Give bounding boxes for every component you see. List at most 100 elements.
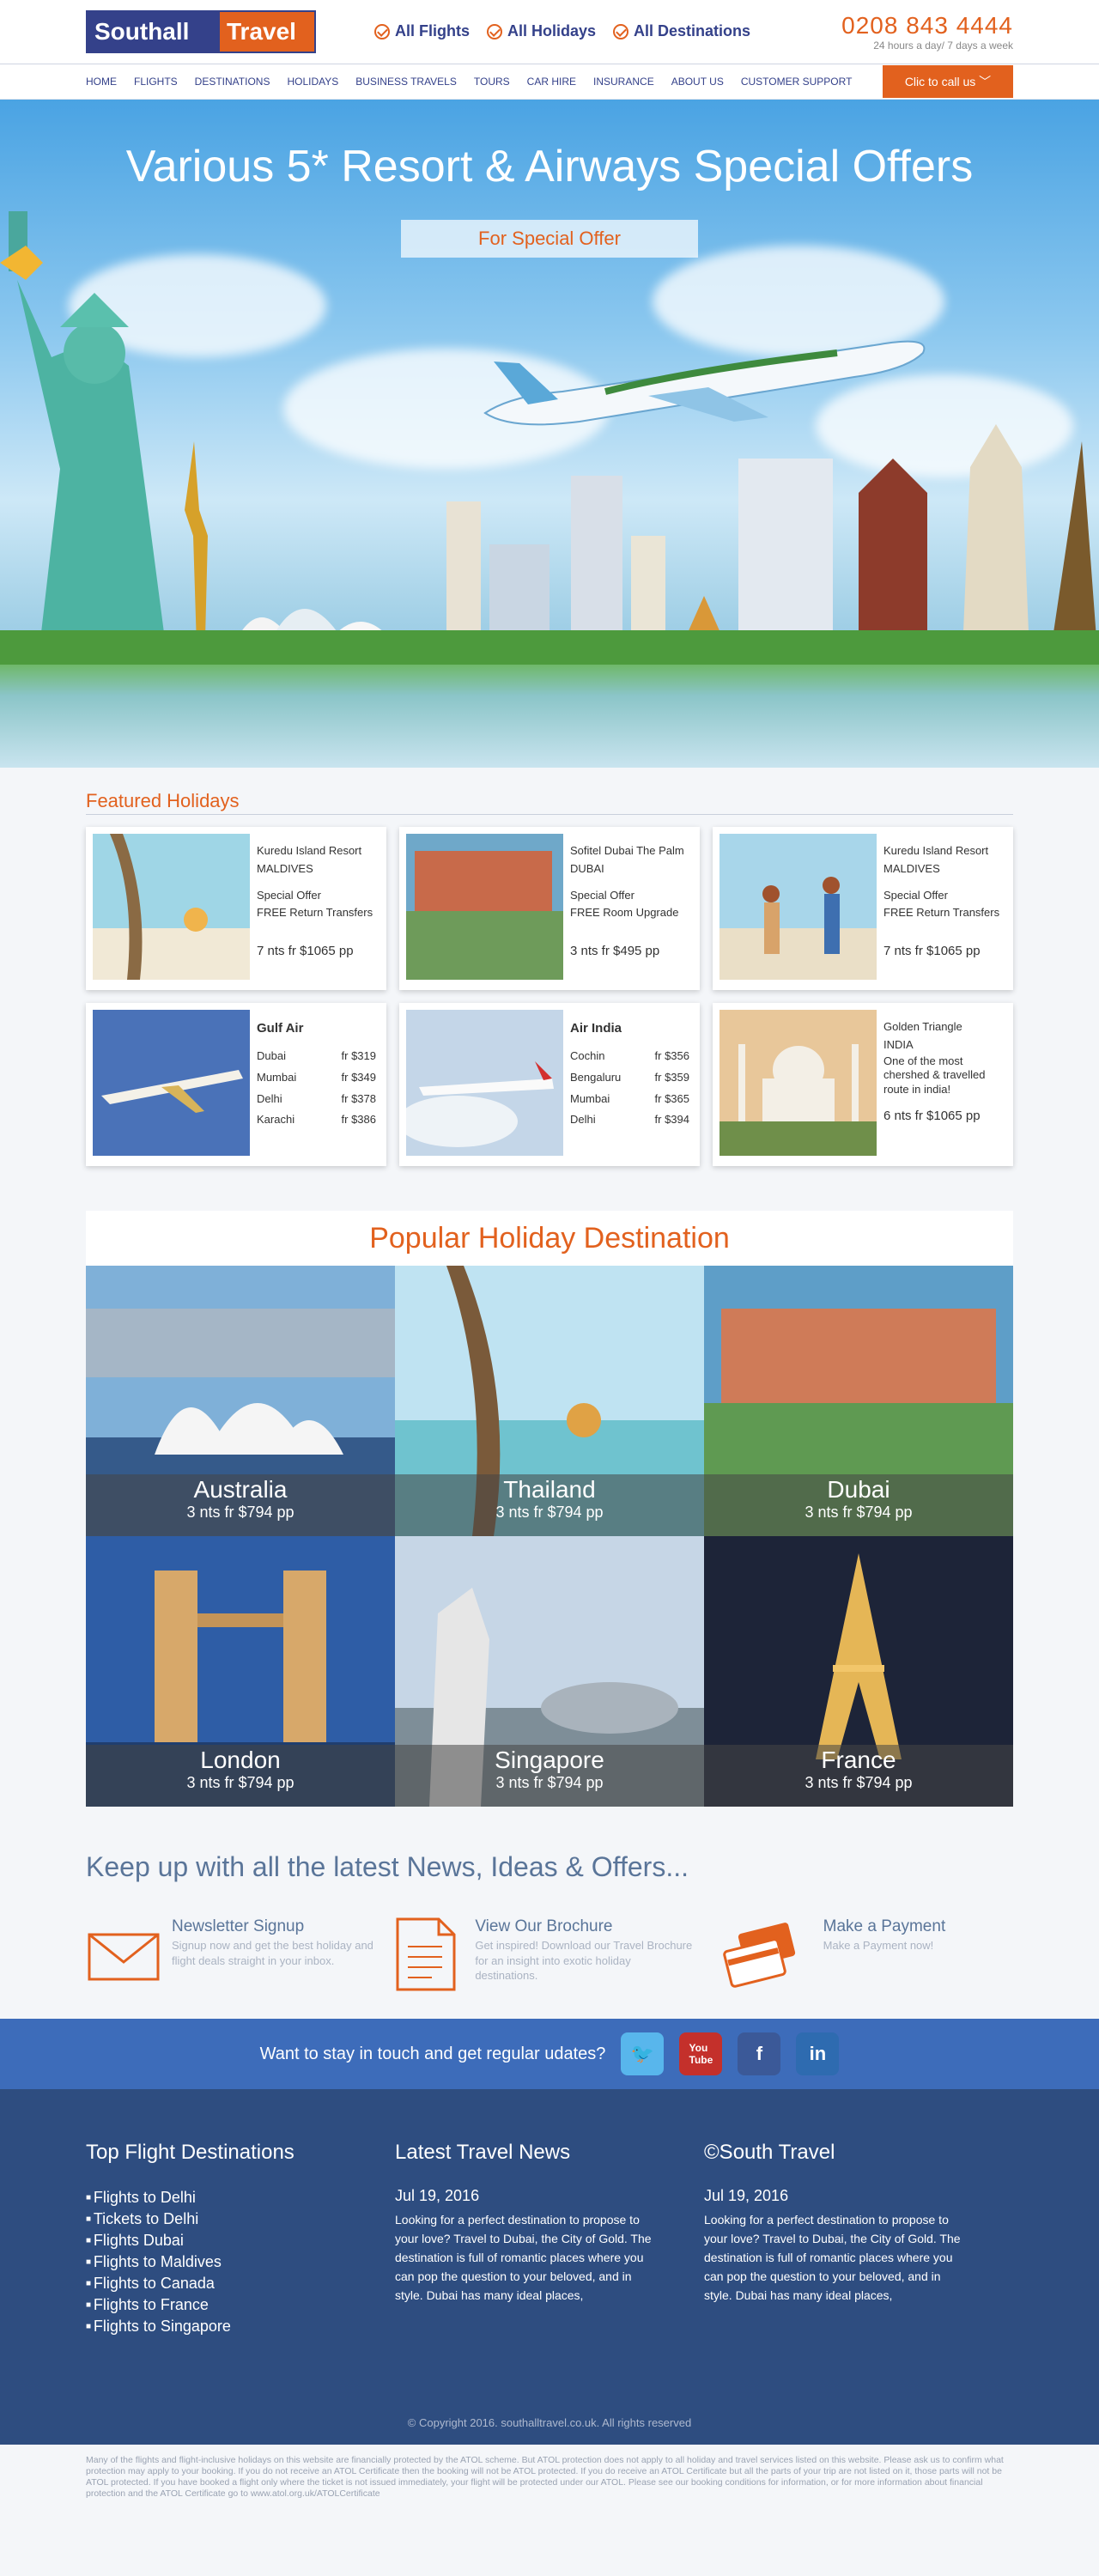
destination-tile-thailand[interactable]: Thailand 3 nts fr $794 pp bbox=[395, 1266, 704, 1536]
holiday-name: Kuredu Island Resort bbox=[257, 844, 362, 857]
destination-tile-france[interactable]: France 3 nts fr $794 pp bbox=[704, 1536, 1013, 1807]
footer-link[interactable]: Flights to France bbox=[86, 2294, 395, 2316]
usp-label: All Destinations bbox=[634, 22, 751, 39]
holiday-card[interactable]: Kuredu Island Resort MALDIVES Special Of… bbox=[86, 827, 386, 990]
holiday-name: Kuredu Island Resort bbox=[883, 844, 989, 857]
holiday-price: 7 nts fr $1065 pp bbox=[883, 944, 981, 959]
footer: Top Flight Destinations Flights to Delhi… bbox=[0, 2089, 1099, 2445]
route-city: Mumbai bbox=[257, 1070, 297, 1084]
route-price: fr $359 bbox=[654, 1070, 689, 1084]
route-city: Dubai bbox=[257, 1049, 286, 1062]
destination-band: Singapore 3 nts fr $794 pp bbox=[395, 1745, 704, 1807]
tour-price: 6 nts fr $1065 pp bbox=[883, 1109, 981, 1124]
view-brochure-link[interactable]: View Our Brochure Get inspired! Download … bbox=[389, 1916, 692, 1993]
facebook-icon[interactable]: f bbox=[738, 2032, 781, 2075]
footer-col-destinations: Top Flight Destinations Flights to Delhi… bbox=[86, 2141, 395, 2337]
route-city: Delhi bbox=[570, 1113, 596, 1127]
footer-links: Flights to Delhi Tickets to Delhi Flight… bbox=[86, 2187, 395, 2337]
airline-card[interactable]: Gulf Air Dubai fr $319 Mumbai fr $349 Delh… bbox=[86, 1003, 386, 1166]
water-reflection bbox=[0, 665, 1099, 768]
nav-item-customer-support[interactable]: CUSTOMER SUPPORT bbox=[741, 64, 870, 99]
nav-item-insurance[interactable]: INSURANCE bbox=[593, 64, 671, 99]
route-price: fr $394 bbox=[654, 1113, 689, 1127]
route-row[interactable]: Karachi fr $386 bbox=[257, 1109, 379, 1131]
tour-card[interactable]: Golden Triangle INDIA One of the most ch… bbox=[713, 1003, 1013, 1166]
footer-link[interactable]: Flights to Singapore bbox=[86, 2316, 395, 2337]
footer-link[interactable]: Tickets to Delhi bbox=[86, 2208, 395, 2230]
holiday-card[interactable]: Sofitel Dubai The Palm DUBAI Special Off… bbox=[399, 827, 700, 990]
usp-label: All Flights bbox=[395, 22, 470, 39]
envelope-icon bbox=[88, 1933, 160, 1981]
special-offer-button[interactable]: For Special Offer bbox=[401, 220, 698, 258]
twitter-icon[interactable]: 🐦 bbox=[621, 2032, 665, 2075]
linkedin-icon[interactable]: in bbox=[796, 2032, 840, 2075]
destination-tile-london[interactable]: London 3 nts fr $794 pp bbox=[86, 1536, 395, 1807]
holiday-card[interactable]: Kuredu Island Resort MALDIVES Special Of… bbox=[713, 827, 1013, 990]
footer-link[interactable]: Flights to Maldives bbox=[86, 2251, 395, 2273]
atlantis-dubai-image bbox=[406, 834, 563, 980]
route-price: fr $386 bbox=[341, 1113, 376, 1127]
footer-col-title: ©South Travel bbox=[704, 2141, 835, 2164]
holiday-extra: FREE Room Upgrade bbox=[570, 906, 679, 920]
destination-band: London 3 nts fr $794 pp bbox=[86, 1745, 395, 1807]
route-row[interactable]: Cochin fr $356 bbox=[570, 1046, 693, 1067]
tour-place: INDIA bbox=[883, 1037, 914, 1051]
route-price: fr $319 bbox=[341, 1049, 376, 1062]
feature-text: Make a Payment now! bbox=[823, 1939, 934, 1952]
opening-hours: 24 hours a day/ 7 days a week bbox=[873, 39, 1013, 52]
news-body: Looking for a perfect destination to pro… bbox=[704, 2213, 961, 2302]
nav-item-about-us[interactable]: ABOUT US bbox=[671, 64, 741, 99]
holiday-place: MALDIVES bbox=[883, 861, 940, 875]
footer-link[interactable]: Flights to Delhi bbox=[86, 2187, 395, 2208]
document-icon bbox=[396, 1917, 456, 1991]
destination-tile-dubai[interactable]: Dubai 3 nts fr $794 pp bbox=[704, 1266, 1013, 1536]
nav-item-destinations[interactable]: DESTINATIONS bbox=[195, 64, 288, 99]
route-row[interactable]: Delhi fr $394 bbox=[570, 1109, 693, 1131]
footer-col-news: Latest Travel News Jul 19, 2016 Looking … bbox=[395, 2141, 704, 2337]
hero-banner: Various 5* Resort & Airways Special Offe… bbox=[0, 100, 1099, 768]
footer-link[interactable]: Flights to Canada bbox=[86, 2273, 395, 2294]
copyright: © Copyright 2016. southalltravel.co.uk. … bbox=[407, 2416, 692, 2429]
make-payment-link[interactable]: Make a Payment Make a Payment now! bbox=[710, 1916, 1013, 1993]
airline-card[interactable]: Air India Cochin fr $356 Bengaluru fr $359… bbox=[399, 1003, 700, 1166]
nav-item-holidays[interactable]: HOLIDAYS bbox=[287, 64, 355, 99]
site-logo[interactable]: Southall Travel bbox=[86, 10, 316, 53]
destination-band: Thailand 3 nts fr $794 pp bbox=[395, 1474, 704, 1536]
route-price-table: Cochin fr $356 Bengaluru fr $359 Mumbai fr … bbox=[570, 1046, 693, 1131]
route-price: fr $356 bbox=[654, 1049, 689, 1062]
holiday-extra: FREE Return Transfers bbox=[257, 906, 373, 920]
nav-item-car-hire[interactable]: CAR HIRE bbox=[527, 64, 593, 99]
click-to-call-button[interactable]: Clic to call us ﹀ bbox=[883, 65, 1013, 98]
nav-item-tours[interactable]: TOURS bbox=[474, 64, 527, 99]
phone-number[interactable]: 0208 843 4444 bbox=[841, 12, 1013, 39]
route-row[interactable]: Mumbai fr $349 bbox=[257, 1067, 379, 1089]
footer-link[interactable]: Flights Dubai bbox=[86, 2230, 395, 2251]
feature-title: Make a Payment bbox=[823, 1917, 946, 1935]
route-row[interactable]: Dubai fr $319 bbox=[257, 1046, 379, 1067]
airplane-image bbox=[483, 340, 926, 426]
route-row[interactable]: Mumbai fr $365 bbox=[570, 1089, 693, 1110]
featured-holidays-title: Featured Holidays bbox=[86, 768, 1013, 815]
route-city: Cochin bbox=[570, 1049, 605, 1062]
popular-destinations-grid: Australia 3 nts fr $794 pp Thailand 3 nts … bbox=[86, 1266, 1013, 1807]
taj-mahal-image bbox=[720, 1010, 877, 1156]
destination-tile-singapore[interactable]: Singapore 3 nts fr $794 pp bbox=[395, 1536, 704, 1807]
nav-item-flights[interactable]: FLIGHTS bbox=[134, 64, 195, 99]
holiday-price: 7 nts fr $1065 pp bbox=[257, 944, 354, 959]
route-row[interactable]: Delhi fr $378 bbox=[257, 1089, 379, 1110]
footer-col-title: Top Flight Destinations bbox=[86, 2141, 294, 2164]
nav-item-business-travels[interactable]: BUSINESS TRAVELS bbox=[355, 64, 474, 99]
nav-item-home[interactable]: HOME bbox=[86, 64, 134, 99]
news-date: Jul 19, 2016 bbox=[704, 2187, 789, 2204]
youtube-icon[interactable]: You Tube bbox=[679, 2032, 723, 2075]
route-row[interactable]: Bengaluru fr $359 bbox=[570, 1067, 693, 1089]
destination-tile-australia[interactable]: Australia 3 nts fr $794 pp bbox=[86, 1266, 395, 1536]
check-circle-icon bbox=[487, 23, 502, 39]
header: Southall Travel All Flights All Holidays… bbox=[0, 0, 1099, 64]
social-strip: Want to stay in touch and get regular ud… bbox=[0, 2019, 1099, 2089]
air-india-plane-image bbox=[406, 1010, 563, 1156]
maldives-beach-image bbox=[93, 834, 250, 980]
phone-block: 0208 843 4444 24 hours a day/ 7 days a w… bbox=[841, 12, 1013, 52]
newsletter-signup-link[interactable]: Newsletter Signup Signup now and get the … bbox=[86, 1916, 389, 1993]
route-city: Delhi bbox=[257, 1091, 282, 1105]
